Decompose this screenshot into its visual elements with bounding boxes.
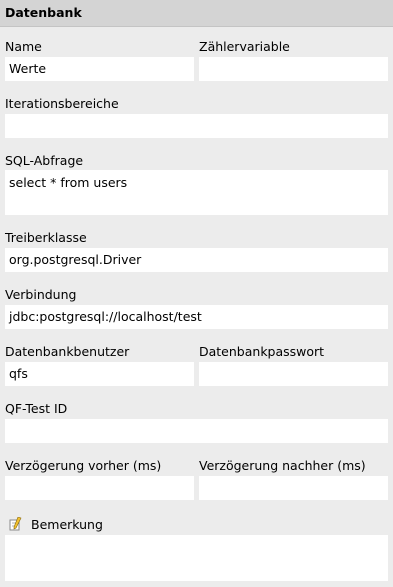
driver-class-field[interactable]: org.postgresql.Driver <box>5 248 388 272</box>
comment-field[interactable] <box>5 535 388 581</box>
connection-label: Verbindung <box>5 287 77 302</box>
db-user-label: Datenbankbenutzer <box>5 344 130 359</box>
iteration-ranges-field[interactable] <box>5 114 388 138</box>
delay-after-field[interactable] <box>199 476 388 500</box>
db-password-field[interactable] <box>199 362 388 386</box>
counter-variable-field[interactable] <box>199 57 388 81</box>
delay-after-label: Verzögerung nachher (ms) <box>199 458 366 473</box>
name-label: Name <box>5 39 42 54</box>
sql-query-label: SQL-Abfrage <box>5 153 84 168</box>
note-pencil-icon <box>9 516 23 531</box>
driver-class-label: Treiberklasse <box>5 230 87 245</box>
section-title: Datenbank <box>5 5 82 20</box>
comment-label: Bemerkung <box>31 517 103 532</box>
qftest-id-field[interactable] <box>5 419 388 443</box>
qftest-id-label: QF-Test ID <box>5 401 68 416</box>
delay-before-label: Verzögerung vorher (ms) <box>5 458 162 473</box>
section-header: Datenbank <box>0 0 393 27</box>
db-password-label: Datenbankpasswort <box>199 344 325 359</box>
db-user-field[interactable]: qfs <box>5 362 194 386</box>
name-field[interactable]: Werte <box>5 57 194 81</box>
sql-query-field[interactable]: select * from users <box>5 170 388 215</box>
connection-field[interactable]: jdbc:postgresql://localhost/test <box>5 305 388 329</box>
delay-before-field[interactable] <box>5 476 194 500</box>
iteration-ranges-label: Iterationsbereiche <box>5 96 119 111</box>
counter-variable-label: Zählervariable <box>199 39 290 54</box>
